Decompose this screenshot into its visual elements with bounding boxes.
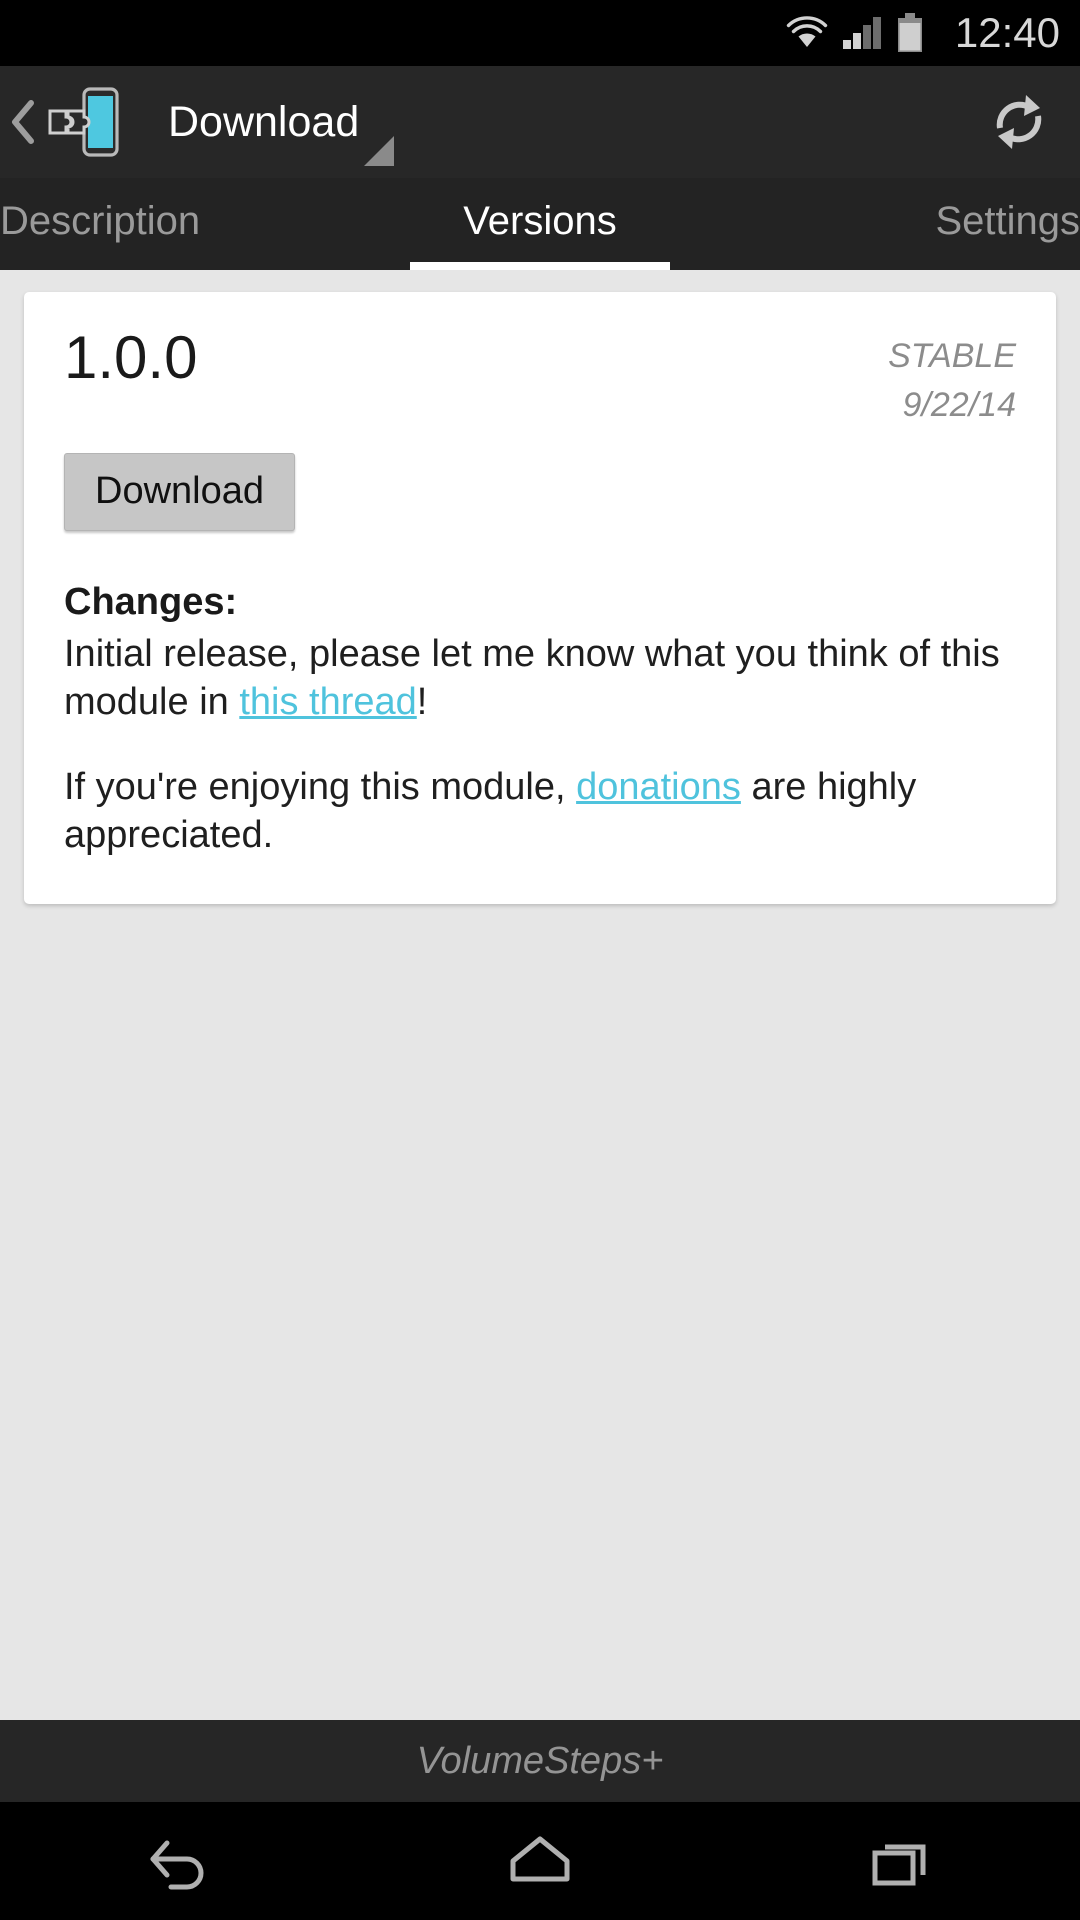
versions-list: 1.0.0 STABLE 9/22/14 Download Changes: I…: [0, 270, 1080, 1720]
battery-icon: [897, 13, 922, 52]
tab-versions[interactable]: Versions: [360, 178, 720, 270]
this-thread-link[interactable]: this thread: [239, 681, 416, 723]
refresh-icon: [996, 95, 1042, 149]
xposed-module-icon: [48, 87, 119, 157]
module-name-label: VolumeSteps+: [416, 1739, 664, 1782]
recents-button[interactable]: [810, 1802, 990, 1920]
download-button[interactable]: Download: [64, 452, 295, 531]
wifi-icon: [786, 16, 828, 47]
version-number: 1.0.0: [64, 324, 198, 391]
tab-label: Settings: [935, 198, 1080, 243]
refresh-button[interactable]: [988, 91, 1050, 153]
changelog-paragraph: Initial release, please let me know what…: [64, 630, 1016, 727]
back-arrow-icon: [150, 1840, 204, 1890]
back-chevron-icon: [12, 100, 34, 144]
changelog-text: !: [416, 681, 428, 724]
tab-description[interactable]: Description: [0, 178, 360, 270]
status-icon-group: 12:40: [785, 12, 1060, 54]
phone-screen: 12:40 Download Description Versions Sett…: [0, 0, 1080, 1920]
release-channel-badge: STABLE: [888, 337, 1016, 375]
home-icon: [510, 1836, 570, 1882]
tab-label: Description: [0, 198, 201, 243]
changelog-body: Initial release, please let me know what…: [64, 630, 1016, 861]
version-meta: STABLE 9/22/14: [888, 326, 1016, 431]
version-card[interactable]: 1.0.0 STABLE 9/22/14 Download Changes: I…: [24, 292, 1056, 905]
system-navigation-bar: [0, 1802, 1080, 1920]
up-navigation-button[interactable]: [10, 66, 132, 178]
back-button[interactable]: [90, 1802, 270, 1920]
release-date: 9/22/14: [902, 386, 1016, 425]
recents-icon: [872, 1844, 926, 1886]
home-button[interactable]: [450, 1802, 630, 1920]
tab-bar: Description Versions Settings: [0, 178, 1080, 270]
version-card-header: 1.0.0 STABLE 9/22/14: [64, 326, 1016, 431]
action-bar: Download: [0, 66, 1080, 178]
changelog-paragraph: If you're enjoying this module, donation…: [64, 763, 1016, 860]
changelog-text: Initial release, please let me know what…: [64, 632, 1000, 724]
tab-settings[interactable]: Settings: [720, 178, 1080, 270]
changes-heading: Changes:: [64, 580, 238, 623]
module-name-footer: VolumeSteps+: [0, 1720, 1080, 1802]
cellular-signal-icon: [842, 17, 881, 49]
dropdown-caret-icon[interactable]: [364, 136, 394, 166]
status-bar: 12:40: [0, 0, 1080, 66]
status-clock: 12:40: [954, 9, 1060, 56]
action-bar-title: Download: [168, 97, 360, 146]
tab-label: Versions: [463, 198, 617, 243]
donations-link[interactable]: donations: [576, 766, 741, 808]
changelog-text: If you're enjoying this module,: [64, 765, 577, 808]
